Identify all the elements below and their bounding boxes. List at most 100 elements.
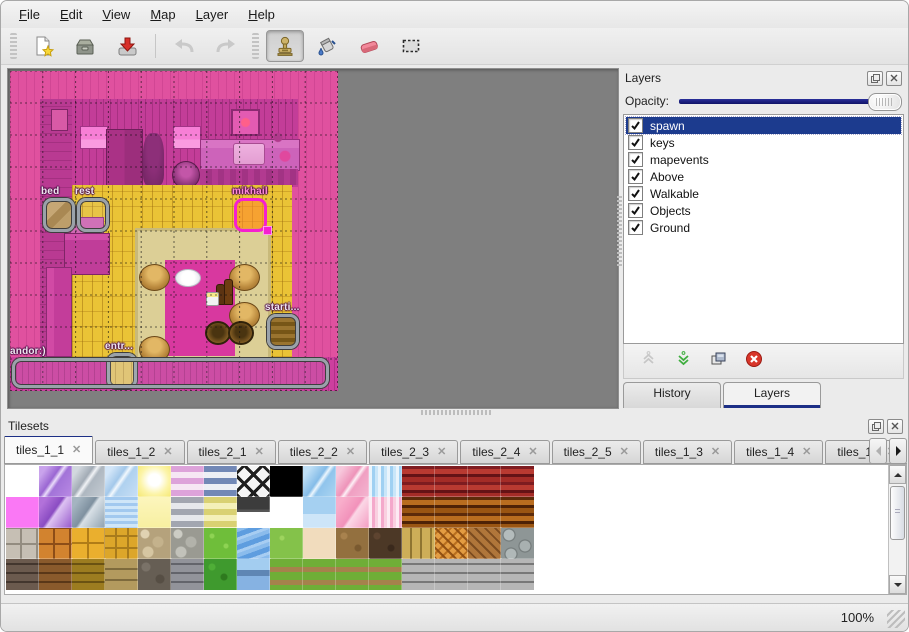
redo-button[interactable] bbox=[207, 30, 245, 62]
stamp-brush-button[interactable] bbox=[266, 30, 304, 62]
float-tilesets-icon[interactable] bbox=[868, 419, 884, 434]
eraser-button[interactable] bbox=[350, 30, 388, 62]
tile-swatch-r2c8[interactable] bbox=[270, 528, 303, 559]
dock-tab-layers[interactable]: Layers bbox=[723, 382, 821, 408]
layer-row-Walkable[interactable]: Walkable bbox=[626, 185, 901, 202]
scroll-tabs-left-button[interactable] bbox=[869, 438, 887, 464]
window-resize-grip[interactable] bbox=[887, 610, 905, 628]
tile-swatch-r2c14[interactable] bbox=[468, 528, 501, 559]
tileset-tab-tiles_2_1[interactable]: tiles_2_1✕ bbox=[187, 440, 276, 464]
tile-swatch-r3c13[interactable] bbox=[435, 559, 468, 590]
tile-swatch-r1c2[interactable] bbox=[72, 497, 105, 528]
tileset-tab-tiles_2_2[interactable]: tiles_2_2✕ bbox=[278, 440, 367, 464]
bucket-fill-button[interactable] bbox=[308, 30, 346, 62]
tile-swatch-r2c9[interactable] bbox=[303, 528, 336, 559]
float-panel-icon[interactable] bbox=[867, 71, 883, 86]
delete-layer-button[interactable] bbox=[745, 350, 763, 373]
tile-swatch-r3c9[interactable] bbox=[303, 559, 336, 590]
close-panel-icon[interactable] bbox=[886, 71, 902, 86]
vertical-splitter[interactable] bbox=[617, 196, 622, 266]
map-object-starti-[interactable] bbox=[267, 314, 299, 349]
map-object-andor-[interactable] bbox=[12, 358, 329, 388]
close-tab-icon[interactable]: ✕ bbox=[163, 447, 172, 458]
tile-swatch-r1c6[interactable] bbox=[204, 497, 237, 528]
menu-item-help[interactable]: Help bbox=[238, 3, 285, 26]
tile-swatch-r1c12[interactable] bbox=[402, 497, 435, 528]
toolbar-grip[interactable] bbox=[10, 33, 17, 59]
tile-swatch-r3c14[interactable] bbox=[468, 559, 501, 590]
duplicate-layer-button[interactable] bbox=[710, 350, 727, 372]
scrollbar-thumb[interactable] bbox=[890, 486, 905, 540]
map-canvas[interactable]: bedrestmikhailstarti...entr...andor:) bbox=[10, 71, 338, 391]
tile-swatch-r2c3[interactable] bbox=[105, 528, 138, 559]
layer-visibility-checkbox[interactable] bbox=[628, 152, 643, 167]
tile-swatch-r2c15[interactable] bbox=[501, 528, 534, 559]
tile-swatch-r0c2[interactable] bbox=[72, 466, 105, 497]
layer-visibility-checkbox[interactable] bbox=[628, 118, 643, 133]
tile-swatch-r3c2[interactable] bbox=[72, 559, 105, 590]
tileset-tab-tiles_2_4[interactable]: tiles_2_4✕ bbox=[460, 440, 549, 464]
tile-swatch-r1c5[interactable] bbox=[171, 497, 204, 528]
tile-swatch-r0c0[interactable] bbox=[6, 466, 39, 497]
tile-swatch-r0c9[interactable] bbox=[303, 466, 336, 497]
tile-swatch-r0c11[interactable] bbox=[369, 466, 402, 497]
layer-visibility-checkbox[interactable] bbox=[628, 169, 643, 184]
tile-swatch-r1c7[interactable] bbox=[237, 497, 270, 528]
tile-swatch-r0c10[interactable] bbox=[336, 466, 369, 497]
tileset-tab-tiles_1_2[interactable]: tiles_1_2✕ bbox=[95, 440, 184, 464]
layer-row-Ground[interactable]: Ground bbox=[626, 219, 901, 236]
menu-item-view[interactable]: View bbox=[92, 3, 140, 26]
tile-swatch-r0c13[interactable] bbox=[435, 466, 468, 497]
tile-swatch-r1c10[interactable] bbox=[336, 497, 369, 528]
tile-swatch-r2c1[interactable] bbox=[39, 528, 72, 559]
map-object-rest[interactable] bbox=[77, 198, 109, 232]
tile-swatch-r2c11[interactable] bbox=[369, 528, 402, 559]
tile-swatch-r2c7[interactable] bbox=[237, 528, 270, 559]
close-tab-icon[interactable]: ✕ bbox=[528, 447, 537, 458]
layer-visibility-checkbox[interactable] bbox=[628, 203, 643, 218]
tile-swatch-r3c5[interactable] bbox=[171, 559, 204, 590]
close-tab-icon[interactable]: ✕ bbox=[255, 447, 264, 458]
tileset-tab-tiles_1_4[interactable]: tiles_1_4✕ bbox=[734, 440, 823, 464]
scroll-down-button[interactable] bbox=[889, 575, 906, 594]
tileset-tab-tiles_2_5[interactable]: tiles_2_5✕ bbox=[552, 440, 641, 464]
tileset-tab-tiles_1_3[interactable]: tiles_1_3✕ bbox=[643, 440, 732, 464]
close-tab-icon[interactable]: ✕ bbox=[72, 445, 81, 456]
tile-swatch-r0c1[interactable] bbox=[39, 466, 72, 497]
tile-swatch-r0c4[interactable] bbox=[138, 466, 171, 497]
map-object-bed[interactable] bbox=[43, 198, 75, 232]
map-view[interactable]: bedrestmikhailstarti...entr...andor:) bbox=[7, 68, 619, 409]
tile-swatch-r2c13[interactable] bbox=[435, 528, 468, 559]
tile-swatch-r1c13[interactable] bbox=[435, 497, 468, 528]
dock-tab-history[interactable]: History bbox=[623, 382, 721, 408]
tile-swatch-r2c4[interactable] bbox=[138, 528, 171, 559]
layer-row-mapevents[interactable]: mapevents bbox=[626, 151, 901, 168]
close-tab-icon[interactable]: ✕ bbox=[620, 447, 629, 458]
lower-layer-button[interactable] bbox=[675, 350, 692, 372]
tile-swatch-r3c7[interactable] bbox=[237, 559, 270, 590]
tile-swatch-r2c0[interactable] bbox=[6, 528, 39, 559]
horizontal-splitter[interactable] bbox=[421, 410, 493, 415]
tileset-scrollbar[interactable] bbox=[888, 465, 906, 594]
tile-swatch-r3c8[interactable] bbox=[270, 559, 303, 590]
toolbar-grip-2[interactable] bbox=[252, 33, 259, 59]
tile-swatch-r0c7[interactable] bbox=[237, 466, 270, 497]
raise-layer-button[interactable] bbox=[640, 350, 657, 372]
tileset-tab-tiles_1_1[interactable]: tiles_1_1✕ bbox=[4, 436, 93, 464]
selection-handle[interactable] bbox=[263, 226, 272, 235]
tile-swatch-r3c10[interactable] bbox=[336, 559, 369, 590]
layer-row-Above[interactable]: Above bbox=[626, 168, 901, 185]
layer-row-spawn[interactable]: spawn bbox=[626, 117, 901, 134]
tile-swatch-r3c6[interactable] bbox=[204, 559, 237, 590]
tile-swatch-r2c5[interactable] bbox=[171, 528, 204, 559]
tile-swatch-r3c3[interactable] bbox=[105, 559, 138, 590]
close-tab-icon[interactable]: ✕ bbox=[711, 447, 720, 458]
open-map-button[interactable] bbox=[66, 30, 104, 62]
tile-swatch-r1c4[interactable] bbox=[138, 497, 171, 528]
opacity-slider-handle[interactable] bbox=[868, 93, 902, 111]
close-tab-icon[interactable]: ✕ bbox=[346, 447, 355, 458]
scrollbar-track[interactable] bbox=[889, 484, 906, 575]
tile-swatch-r0c12[interactable] bbox=[402, 466, 435, 497]
tile-swatch-r3c15[interactable] bbox=[501, 559, 534, 590]
tile-swatch-r0c6[interactable] bbox=[204, 466, 237, 497]
